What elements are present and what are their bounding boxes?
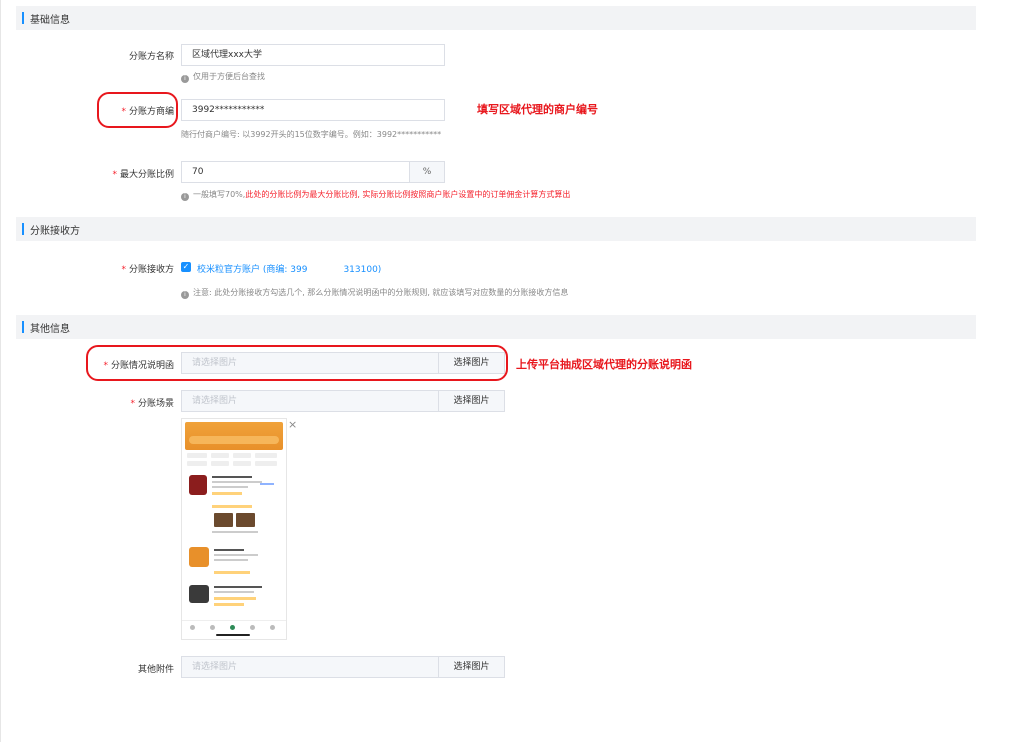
thumbnail-nav-dot [210, 625, 215, 630]
thumbnail-tag [212, 505, 252, 508]
receiver-option-label[interactable]: 校米粒官方账户 (商编: 399 313100) [197, 262, 381, 275]
required-mark: * [130, 399, 135, 409]
required-mark: * [121, 265, 126, 275]
max-ratio-hint: i 一般填写70%,此处的分账比例为最大分账比例, 实际分账比例按照商户账户设置中… [181, 189, 570, 201]
section-header-basic: 基础信息 [16, 6, 976, 30]
thumbnail-filter-chip [233, 461, 251, 466]
merchant-no-input[interactable]: 3992*********** [181, 99, 445, 121]
thumbnail-text-line [214, 554, 258, 556]
scene-select-button[interactable]: 选择图片 [438, 390, 505, 412]
section-title: 基础信息 [30, 15, 70, 26]
annotation-circle-letter [86, 345, 508, 381]
close-icon[interactable]: × [288, 418, 297, 431]
page-left-border [0, 0, 1, 742]
thumbnail-nav-dot [250, 625, 255, 630]
section-header-other: 其他信息 [16, 315, 976, 339]
thumbnail-text-line [212, 486, 248, 488]
section-title: 分账接收方 [30, 226, 80, 237]
thumbnail-nav-dot [270, 625, 275, 630]
thumbnail-home-indicator [216, 634, 250, 636]
account-name-input[interactable]: 区域代理xxx大学 [181, 44, 445, 66]
thumbnail-filter-chip [187, 453, 207, 458]
thumbnail-filter-chip [211, 453, 229, 458]
info-circle-icon: i [181, 193, 189, 201]
thumbnail-shop-logo [189, 475, 207, 495]
section-accent-bar [22, 12, 24, 24]
thumbnail-filter-chip [255, 453, 277, 458]
thumbnail-shop-logo [189, 547, 209, 567]
thumbnail-filter-chip [211, 461, 229, 466]
thumbnail-tag [214, 603, 244, 606]
thumbnail-text-line [212, 481, 262, 483]
thumbnail-text-line [214, 559, 248, 561]
account-name-hint: i 仅用于方便后台查找 [181, 71, 265, 83]
section-accent-bar [22, 321, 24, 333]
thumbnail-tag [212, 492, 242, 495]
annotation-circle-merchant [97, 92, 178, 128]
thumbnail-food-image [236, 513, 255, 527]
section-accent-bar [22, 223, 24, 235]
thumbnail-text-line [260, 483, 274, 485]
attachments-select-button[interactable]: 选择图片 [438, 656, 505, 678]
thumbnail-text-line [214, 591, 254, 593]
thumbnail-filter-chip [187, 461, 207, 466]
receiver-checkbox[interactable]: ✓ [181, 262, 191, 272]
required-mark: * [112, 170, 117, 180]
thumbnail-text-line [212, 531, 258, 533]
section-title: 其他信息 [30, 324, 70, 335]
thumbnail-shop-logo [189, 585, 209, 603]
thumbnail-text-line [214, 549, 244, 551]
scene-label: * 分账场景 [130, 399, 174, 409]
thumbnail-tag [214, 571, 250, 574]
annotation-letter-note: 上传平台抽成区域代理的分账说明函 [516, 358, 692, 371]
section-header-receiver: 分账接收方 [16, 217, 976, 241]
max-ratio-label: * 最大分账比例 [112, 170, 174, 180]
thumbnail-text-line [212, 476, 252, 478]
max-ratio-input[interactable]: 70 [181, 161, 410, 183]
thumbnail-food-image [214, 513, 233, 527]
annotation-merchant-note: 填写区域代理的商户编号 [477, 103, 598, 116]
info-circle-icon: i [181, 291, 189, 299]
check-icon: ✓ [182, 262, 190, 271]
thumbnail-text-line [214, 586, 262, 588]
thumbnail-tag [214, 597, 256, 600]
thumbnail-filter-chip [255, 461, 277, 466]
thumbnail-nav-dot [230, 625, 235, 630]
thumbnail-filter-chip [233, 453, 251, 458]
percent-suffix: % [409, 161, 445, 183]
attachments-input[interactable]: 请选择图片 [181, 656, 439, 678]
thumbnail-nav-dot [190, 625, 195, 630]
merchant-no-hint: 随行付商户编号: 以3992开头的15位数字编号。例如：3992********… [181, 130, 442, 139]
redaction-mask [307, 263, 344, 273]
thumbnail-search-bar [189, 436, 279, 444]
thumbnail-bottom-nav [182, 620, 286, 639]
info-circle-icon: i [181, 75, 189, 83]
scene-input[interactable]: 请选择图片 [181, 390, 439, 412]
receiver-hint: i 注意: 此处分账接收方勾选几个, 那么分账情况说明函中的分账规则, 就应该填写… [181, 287, 568, 299]
attachments-label: 其他附件 [137, 665, 174, 675]
account-name-label: 分账方名称 [128, 52, 174, 62]
thumbnail-header [185, 422, 283, 450]
scene-image-thumbnail[interactable] [181, 418, 287, 640]
receiver-label: * 分账接收方 [121, 265, 174, 275]
